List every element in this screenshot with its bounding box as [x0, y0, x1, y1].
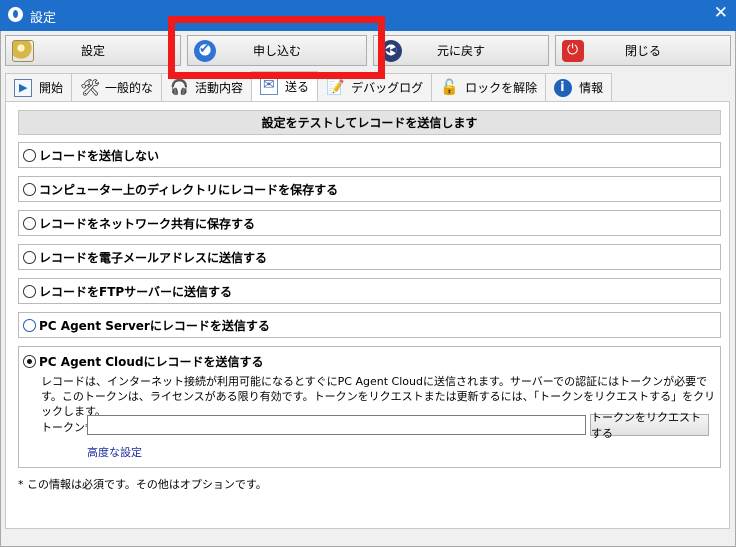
tab-label: 情報 — [579, 81, 604, 95]
request-token-button[interactable]: トークンをリクエストする — [590, 411, 709, 440]
radio-button[interactable] — [23, 148, 36, 162]
radio-button[interactable] — [23, 250, 36, 264]
lock-icon — [440, 78, 459, 97]
tab-bar: 開始 一般的な 活動内容 送る デバッグログ ロックを解除 情報 — [5, 71, 613, 101]
cloud-option-row[interactable]: PC Agent Cloudにレコードを送信する — [23, 353, 264, 370]
close-button-label: 閉じる — [624, 44, 661, 58]
token-input[interactable] — [87, 415, 586, 435]
option-no-send[interactable]: レコードを送信しない — [18, 142, 721, 168]
option-label: レコードを送信しない — [39, 148, 160, 163]
advanced-settings-link[interactable]: 高度な設定 — [87, 444, 142, 460]
send-icon — [260, 77, 279, 95]
tab-label: 開始 — [39, 81, 64, 95]
option-label: レコードをネットワーク共有に保存する — [39, 216, 256, 231]
revert-button[interactable]: 元に戻す — [373, 35, 549, 66]
window-close-button[interactable]: ✕ — [714, 3, 728, 23]
debug-icon — [326, 78, 345, 97]
settings-icon — [12, 40, 34, 62]
tab-start[interactable]: 開始 — [5, 73, 73, 101]
option-label: レコードをFTPサーバーに送信する — [39, 284, 233, 299]
tab-label: ロックを解除 — [465, 81, 538, 95]
check-icon — [194, 40, 216, 62]
required-footnote: * この情報は必須です。その他はオプションです。 — [18, 478, 267, 491]
close-button[interactable]: 閉じる — [555, 35, 731, 66]
radio-button[interactable] — [23, 284, 36, 298]
play-icon — [14, 79, 32, 97]
tab-label: 一般的な — [105, 81, 154, 95]
tab-activity[interactable]: 活動内容 — [161, 73, 253, 101]
tab-debug-log[interactable]: デバッグログ — [317, 73, 433, 101]
option-save-directory[interactable]: コンピューター上のディレクトリにレコードを保存する — [18, 176, 721, 202]
radio-button[interactable] — [23, 182, 36, 196]
info-icon — [554, 79, 573, 97]
revert-button-label: 元に戻す — [436, 44, 485, 58]
apply-button[interactable]: 申し込む — [187, 35, 367, 66]
apply-button-label: 申し込む — [252, 44, 301, 58]
option-email[interactable]: レコードを電子メールアドレスに送信する — [18, 244, 721, 270]
rewind-icon — [380, 40, 402, 62]
activity-icon — [170, 78, 189, 97]
tab-unlock[interactable]: ロックを解除 — [431, 73, 547, 101]
option-agent-server[interactable]: PC Agent Serverにレコードを送信する — [18, 312, 721, 338]
tab-general[interactable]: 一般的な — [71, 73, 163, 101]
tab-label: デバッグログ — [351, 81, 424, 95]
option-network-share[interactable]: レコードをネットワーク共有に保存する — [18, 210, 721, 236]
tools-icon — [80, 78, 100, 97]
tab-label: 送る — [285, 80, 310, 94]
settings-button-label: 設定 — [80, 44, 105, 58]
send-panel: 設定をテストしてレコードを送信します レコードを送信しない コンピューター上のデ… — [5, 101, 730, 529]
radio-button[interactable] — [23, 216, 36, 230]
option-agent-cloud: PC Agent Cloudにレコードを送信する レコードは、インターネット接続… — [18, 346, 721, 468]
settings-button[interactable]: 設定 — [5, 35, 181, 66]
option-label: PC Agent Cloudにレコードを送信する — [39, 355, 264, 369]
option-label: レコードを電子メールアドレスに送信する — [39, 250, 268, 265]
title-bar: 設定 ✕ — [0, 0, 736, 31]
window-title: 設定 — [30, 11, 57, 26]
tab-label: 活動内容 — [195, 81, 244, 95]
tab-info[interactable]: 情報 — [545, 73, 613, 101]
radio-button[interactable] — [23, 318, 36, 332]
radio-button-selected[interactable] — [23, 355, 36, 368]
power-icon — [562, 40, 584, 62]
panel-header: 設定をテストしてレコードを送信します — [18, 110, 721, 135]
app-icon — [8, 7, 23, 22]
option-label: コンピューター上のディレクトリにレコードを保存する — [39, 182, 339, 197]
tab-send[interactable]: 送る — [251, 71, 319, 101]
option-label: PC Agent Serverにレコードを送信する — [39, 318, 270, 333]
option-ftp[interactable]: レコードをFTPサーバーに送信する — [18, 278, 721, 304]
